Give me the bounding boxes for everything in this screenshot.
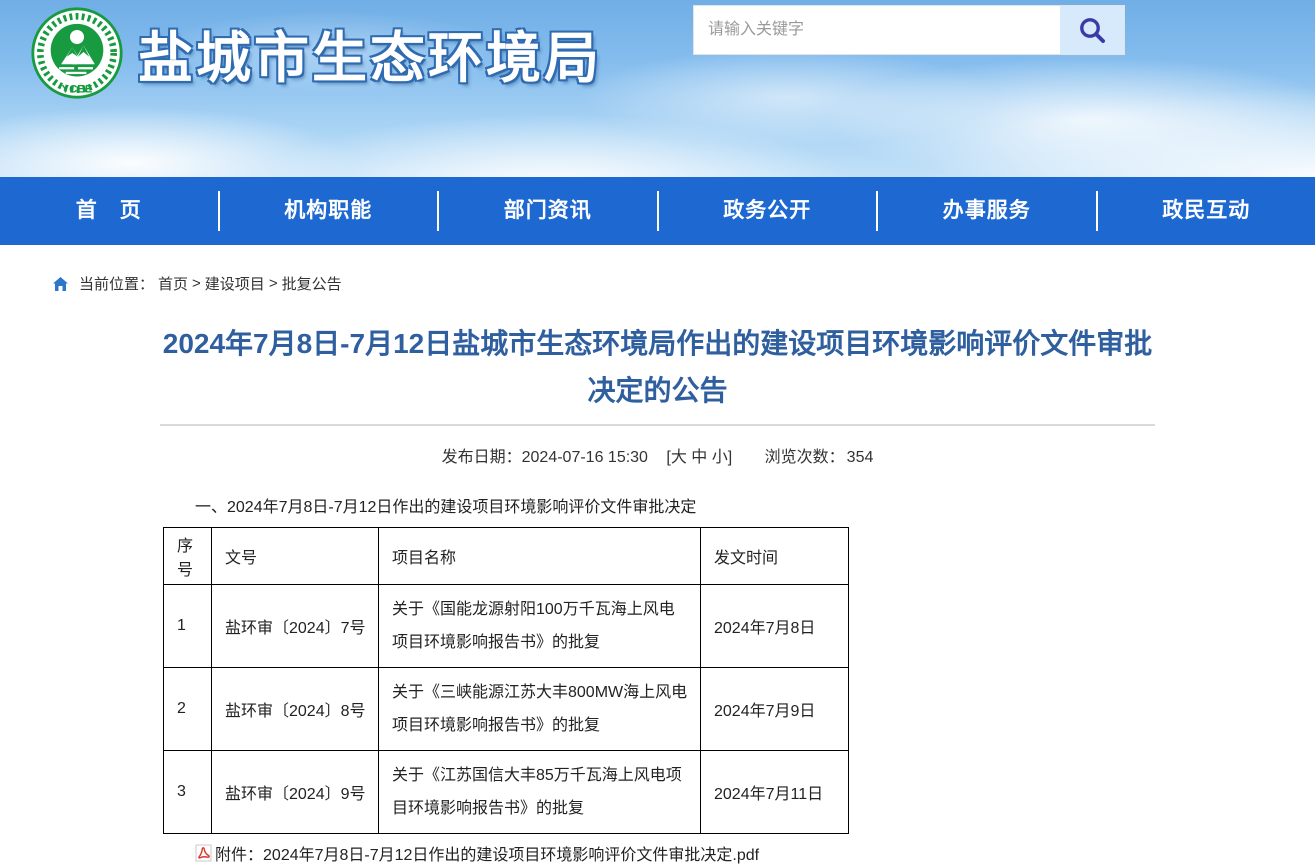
breadcrumb-sep: > bbox=[192, 275, 201, 292]
publish-info: 发布日期：2024-07-16 15:30 [大 中 小] 浏览次数：354 bbox=[160, 443, 1155, 467]
breadcrumb-approvals[interactable]: 批复公告 bbox=[282, 273, 342, 294]
section-heading: 一、2024年7月8日-7月12日作出的建设项目环境影响评价文件审批决定 bbox=[195, 493, 1155, 517]
approval-table: 序号 文号 项目名称 发文时间 1 盐环审〔2024〕7号 关于《国能龙源射阳1… bbox=[163, 527, 849, 834]
nav-item-news[interactable]: 部门资讯 bbox=[439, 177, 657, 245]
nav-item-services[interactable]: 办事服务 bbox=[878, 177, 1096, 245]
col-header-date: 发文时间 bbox=[701, 528, 849, 585]
logo-text: YCEE bbox=[62, 83, 93, 95]
page-title: 2024年7月8日-7月12日盐城市生态环境局作出的建设项目环境影响评价文件审批… bbox=[160, 320, 1155, 414]
col-header-name: 项目名称 bbox=[379, 528, 701, 585]
nav-item-interaction[interactable]: 政民互动 bbox=[1098, 177, 1315, 245]
site-title: 盐城市生态环境局 bbox=[138, 13, 602, 93]
views-label: 浏览次数： bbox=[765, 449, 845, 466]
cell-no: 2 bbox=[164, 668, 212, 751]
attachment-row: 附件： 2024年7月8日-7月12日作出的建设项目环境影响评价文件审批决定.p… bbox=[195, 841, 1155, 865]
views-count: 354 bbox=[847, 449, 874, 466]
cell-name: 关于《江苏国信大丰85万千瓦海上风电项目环境影响报告书》的批复 bbox=[379, 751, 701, 834]
col-header-doc: 文号 bbox=[212, 528, 379, 585]
table-row: 2 盐环审〔2024〕8号 关于《三峡能源江苏大丰800MW海上风电项目环境影响… bbox=[164, 668, 849, 751]
font-size-controls[interactable]: [大 中 小] bbox=[666, 449, 732, 466]
attachment-link[interactable]: 2024年7月8日-7月12日作出的建设项目环境影响评价文件审批决定.pdf bbox=[263, 841, 759, 865]
brand: YCEE 盐城市生态环境局 bbox=[30, 6, 602, 100]
cell-doc: 盐环审〔2024〕7号 bbox=[212, 585, 379, 668]
cell-no: 3 bbox=[164, 751, 212, 834]
breadcrumb-projects[interactable]: 建设项目 bbox=[205, 273, 265, 294]
ycee-logo-icon: YCEE bbox=[30, 6, 124, 100]
cell-date: 2024年7月11日 bbox=[701, 751, 849, 834]
main-nav: 首 页 机构职能 部门资讯 政务公开 办事服务 政民互动 bbox=[0, 177, 1315, 245]
breadcrumb-label: 当前位置： bbox=[79, 273, 154, 294]
pdf-icon bbox=[195, 844, 212, 862]
table-header-row: 序号 文号 项目名称 发文时间 bbox=[164, 528, 849, 585]
search-box bbox=[693, 5, 1125, 55]
cell-doc: 盐环审〔2024〕9号 bbox=[212, 751, 379, 834]
search-icon bbox=[1077, 15, 1107, 45]
cell-doc: 盐环审〔2024〕8号 bbox=[212, 668, 379, 751]
cell-date: 2024年7月8日 bbox=[701, 585, 849, 668]
title-divider bbox=[160, 424, 1155, 426]
search-input[interactable] bbox=[694, 6, 1060, 54]
breadcrumb-sep: > bbox=[269, 275, 278, 292]
col-header-no: 序号 bbox=[164, 528, 212, 585]
table-row: 1 盐环审〔2024〕7号 关于《国能龙源射阳100万千瓦海上风电项目环境影响报… bbox=[164, 585, 849, 668]
nav-item-gov-disclosure[interactable]: 政务公开 bbox=[659, 177, 877, 245]
attachment-label: 附件： bbox=[215, 841, 263, 865]
cell-name: 关于《三峡能源江苏大丰800MW海上风电项目环境影响报告书》的批复 bbox=[379, 668, 701, 751]
breadcrumb-home[interactable]: 首页 bbox=[158, 273, 188, 294]
cell-date: 2024年7月9日 bbox=[701, 668, 849, 751]
cell-no: 1 bbox=[164, 585, 212, 668]
publish-date-label: 发布日期： bbox=[442, 449, 522, 466]
search-button[interactable] bbox=[1060, 6, 1124, 54]
site-header: YCEE 盐城市生态环境局 bbox=[0, 0, 1315, 177]
home-icon bbox=[52, 276, 69, 292]
cell-name: 关于《国能龙源射阳100万千瓦海上风电项目环境影响报告书》的批复 bbox=[379, 585, 701, 668]
content-area: 当前位置： 首页 > 建设项目 > 批复公告 2024年7月8日-7月12日盐城… bbox=[160, 273, 1155, 865]
table-row: 3 盐环审〔2024〕9号 关于《江苏国信大丰85万千瓦海上风电项目环境影响报告… bbox=[164, 751, 849, 834]
breadcrumb: 当前位置： 首页 > 建设项目 > 批复公告 bbox=[52, 273, 1155, 294]
nav-item-functions[interactable]: 机构职能 bbox=[220, 177, 438, 245]
nav-item-home[interactable]: 首 页 bbox=[0, 177, 218, 245]
publish-date: 2024-07-16 15:30 bbox=[522, 449, 648, 466]
